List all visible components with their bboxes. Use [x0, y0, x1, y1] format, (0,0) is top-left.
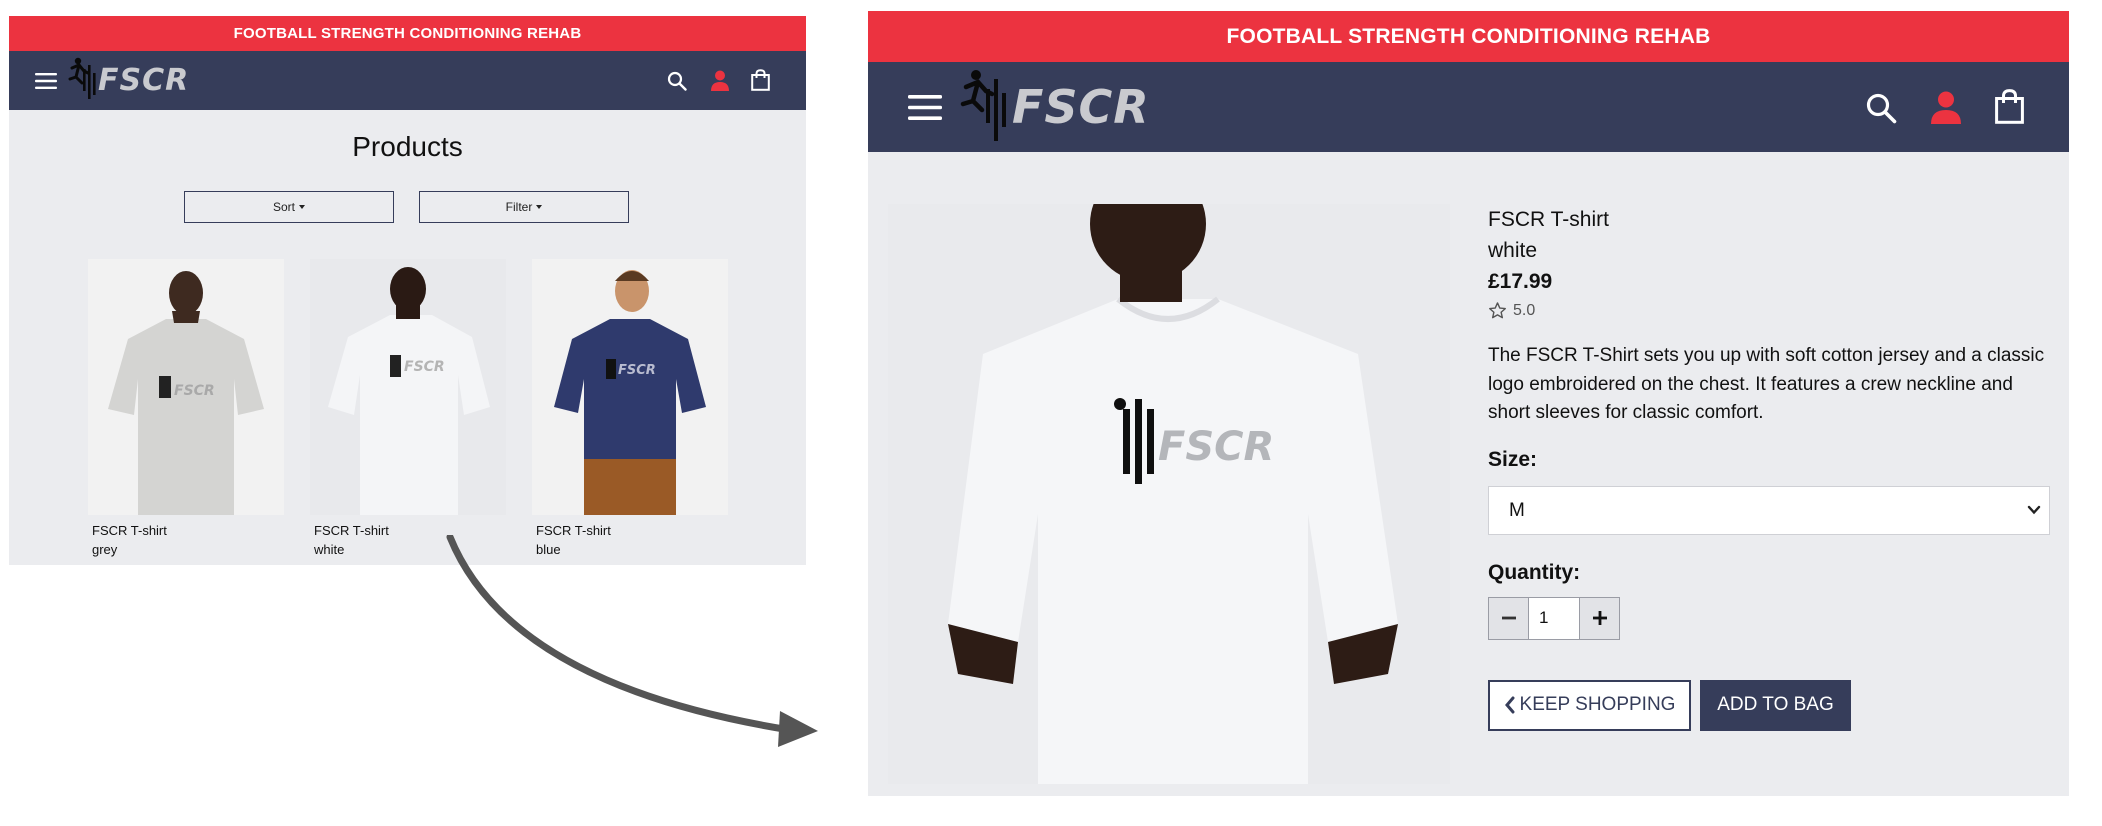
add-to-bag-button[interactable]: ADD TO BAG	[1700, 679, 1851, 731]
account-icon[interactable]	[1930, 91, 1962, 124]
size-selected-value: M	[1509, 499, 1525, 521]
product-image-white-tshirt: FSCR	[888, 204, 1450, 784]
product-detail-page-screenshot: FOOTBALL STRENGTH CONDITIONING REHAB FSC…	[868, 11, 2069, 796]
product-price: £17.99	[1488, 270, 1553, 293]
logo[interactable]: FSCR	[956, 62, 1150, 152]
curved-arrow-icon	[446, 535, 818, 747]
product-image-white-tshirt[interactable]: FSCR	[310, 259, 506, 515]
plus-icon	[1592, 611, 1607, 625]
keep-shopping-button[interactable]: KEEP SHOPPING	[1488, 679, 1691, 731]
rating-value: 5.0	[1513, 301, 1536, 319]
shopping-bag-icon[interactable]	[1995, 89, 2024, 124]
quantity-label: Quantity:	[1488, 560, 1581, 584]
svg-text:FSCR: FSCR	[174, 383, 215, 399]
chevron-left-icon	[1504, 696, 1515, 714]
product-card[interactable]: FSCR FSCR T-shirt grey	[88, 259, 284, 559]
star-icon	[1489, 302, 1506, 319]
svg-text:FSCR: FSCR	[1158, 424, 1274, 470]
account-icon[interactable]	[710, 70, 730, 91]
product-name[interactable]: FSCR T-shirt	[92, 521, 284, 540]
navbar: FSCR	[868, 62, 2069, 152]
product-description: The FSCR T-Shirt sets you up with soft c…	[1488, 345, 2045, 423]
product-info: FSCR T-shirt white £17.99 5.0 The FSCR T…	[1488, 204, 2053, 731]
logo-text: FSCR	[1012, 80, 1150, 134]
logo-runner-icon	[68, 57, 96, 99]
navbar: FSCR	[9, 51, 806, 110]
product-image-blue-tshirt[interactable]: FSCR	[532, 259, 728, 515]
increment-button[interactable]	[1579, 596, 1620, 640]
menu-icon[interactable]	[35, 73, 57, 89]
product-image-grey-tshirt[interactable]: FSCR	[88, 259, 284, 515]
menu-icon[interactable]	[908, 95, 942, 120]
product-rating: 5.0	[1488, 301, 2053, 320]
filter-dropdown-button[interactable]: Filter	[419, 191, 629, 223]
sort-label: Sort	[272, 200, 295, 214]
filter-label: Filter	[505, 200, 533, 214]
svg-text:FSCR: FSCR	[618, 363, 656, 378]
product-card[interactable]: FSCR FSCR T-shirt blue	[532, 259, 728, 559]
search-icon[interactable]	[1865, 92, 1897, 124]
action-buttons: KEEP SHOPPING ADD TO BAG	[1488, 679, 2053, 731]
product-card[interactable]: FSCR FSCR T-shirt white	[310, 259, 506, 559]
product-color: grey	[92, 542, 118, 557]
caret-down-icon	[536, 205, 543, 209]
product-color: white	[1488, 239, 1538, 262]
quantity-input[interactable]: 1	[1529, 596, 1579, 640]
promo-banner: FOOTBALL STRENGTH CONDITIONING REHAB	[868, 11, 2069, 62]
sort-dropdown-button[interactable]: Sort	[184, 191, 394, 223]
keep-shopping-label: KEEP SHOPPING	[1519, 694, 1676, 715]
size-label: Size:	[1488, 447, 1538, 471]
page-title: Products	[352, 131, 463, 162]
search-icon[interactable]	[667, 71, 687, 91]
quantity-stepper: 1	[1488, 596, 2053, 640]
promo-banner: FOOTBALL STRENGTH CONDITIONING REHAB	[9, 16, 806, 51]
products-page-screenshot: FOOTBALL STRENGTH CONDITIONING REHAB FSC…	[9, 16, 806, 565]
decrement-button[interactable]	[1488, 596, 1529, 640]
shopping-bag-icon[interactable]	[751, 69, 770, 91]
svg-text:FSCR: FSCR	[404, 359, 445, 375]
logo-runner-icon	[960, 70, 1006, 141]
logo-text: FSCR	[98, 63, 190, 98]
add-to-bag-label: ADD TO BAG	[1717, 694, 1834, 715]
chevron-down-icon	[2027, 505, 2041, 514]
size-select[interactable]: M	[1488, 485, 2050, 535]
minus-icon	[1501, 616, 1516, 620]
caret-down-icon	[299, 205, 305, 209]
logo[interactable]: FSCR	[66, 51, 189, 110]
product-name: FSCR T-shirt	[1488, 208, 1609, 231]
